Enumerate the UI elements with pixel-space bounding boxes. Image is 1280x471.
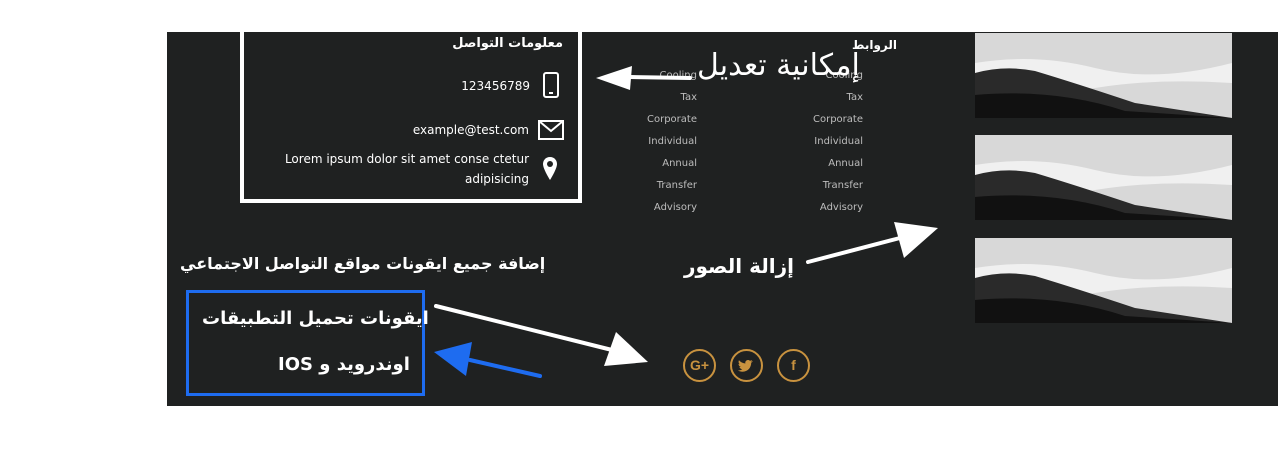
arrow-to-images	[806, 222, 938, 264]
annotation-arrows	[434, 66, 938, 378]
arrow-to-app-box	[434, 342, 542, 378]
arrow-to-contact	[596, 66, 692, 90]
